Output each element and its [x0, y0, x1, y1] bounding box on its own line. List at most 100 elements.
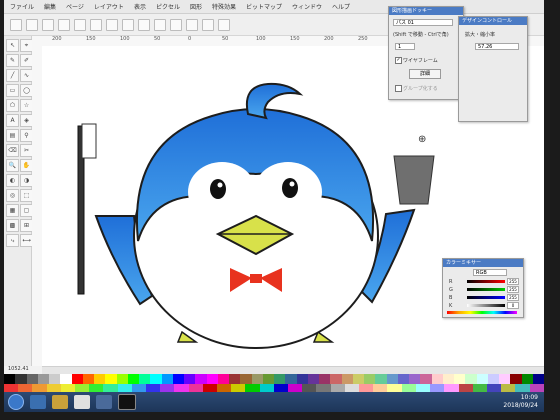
open-button[interactable]	[26, 18, 38, 31]
palette-swatch[interactable]	[415, 384, 431, 392]
spectrum-bar[interactable]	[447, 311, 517, 314]
palette-swatch[interactable]	[344, 384, 360, 392]
eraser-tool-icon[interactable]: ⌫	[6, 144, 19, 157]
grid-button[interactable]	[186, 18, 198, 31]
palette-swatch[interactable]	[375, 374, 387, 384]
palette-swatch[interactable]	[444, 384, 459, 392]
connector-tool-icon[interactable]: ⤷	[6, 234, 19, 247]
palette-swatch[interactable]	[352, 374, 364, 384]
palette-swatch[interactable]	[131, 384, 147, 392]
toothbrush-bristles[interactable]	[81, 123, 97, 159]
palette-swatch[interactable]	[127, 374, 139, 384]
shadow-tool-icon[interactable]: ◐	[6, 174, 19, 187]
palette-swatch[interactable]	[195, 374, 207, 384]
chrome-icon[interactable]	[74, 395, 90, 409]
palette-swatch[interactable]	[486, 384, 502, 392]
shape-name-field[interactable]: パス 01	[393, 19, 453, 26]
palette-swatch[interactable]	[116, 374, 128, 384]
palette-swatch[interactable]	[341, 374, 353, 384]
palette-swatch[interactable]	[188, 384, 203, 392]
palette-swatch[interactable]	[202, 384, 218, 392]
palette-swatch[interactable]	[319, 374, 331, 384]
palette-swatch[interactable]	[487, 374, 499, 384]
palette-swatch[interactable]	[217, 384, 232, 392]
new-button[interactable]	[10, 18, 22, 31]
palette-swatch[interactable]	[510, 374, 522, 384]
palette-swatch[interactable]	[174, 384, 189, 392]
left-foot[interactable]	[176, 330, 199, 343]
palette-swatch[interactable]	[397, 374, 409, 384]
bitmap-tool-icon[interactable]: ▩	[6, 219, 19, 232]
palette-swatch[interactable]	[240, 374, 252, 384]
palette-swatch[interactable]	[330, 384, 345, 392]
palette-swatch[interactable]	[150, 374, 162, 384]
palette-swatch[interactable]	[4, 384, 19, 392]
spin-field[interactable]: 1	[395, 43, 415, 50]
line-tool-icon[interactable]: ╱	[6, 69, 19, 82]
menu-window[interactable]: ウィンドウ	[292, 2, 322, 11]
palette-swatch[interactable]	[139, 374, 151, 384]
undo-button[interactable]	[122, 18, 134, 31]
palette-swatch[interactable]	[285, 374, 297, 384]
paste-button[interactable]	[106, 18, 118, 31]
menu-effects[interactable]: 特殊効果	[212, 2, 236, 11]
palette-swatch[interactable]	[302, 384, 317, 392]
transparency-tool-icon[interactable]: ▦	[6, 204, 19, 217]
palette-swatch[interactable]	[206, 374, 218, 384]
palette-swatch[interactable]	[37, 374, 49, 384]
menu-layout[interactable]: レイアウト	[94, 2, 124, 11]
ie-icon[interactable]	[30, 395, 46, 409]
text-tool-icon[interactable]: A	[6, 114, 19, 127]
palette-swatch[interactable]	[18, 384, 33, 392]
palette-swatch[interactable]	[330, 374, 342, 384]
channel-g-value[interactable]: 255	[507, 286, 519, 293]
channel-b-value[interactable]: 255	[507, 294, 519, 301]
palette-swatch[interactable]	[49, 374, 61, 384]
palette-swatch[interactable]	[273, 384, 289, 392]
color-model-select[interactable]: RGB	[473, 269, 507, 276]
palette-swatch[interactable]	[430, 384, 445, 392]
zoom-out-button[interactable]	[170, 18, 182, 31]
zoom-in-button[interactable]	[154, 18, 166, 31]
gradient-tool-icon[interactable]: ▤	[6, 129, 19, 142]
align-button[interactable]	[218, 18, 230, 31]
menu-view[interactable]: 表示	[134, 2, 146, 11]
palette-swatch[interactable]	[4, 374, 16, 384]
palette-swatch[interactable]	[454, 374, 466, 384]
clock[interactable]: 10:09 2018/09/24	[503, 394, 538, 410]
palette-swatch[interactable]	[532, 374, 544, 384]
palette-swatch[interactable]	[521, 374, 533, 384]
palette-swatch[interactable]	[15, 374, 27, 384]
menu-pixel[interactable]: ピクセル	[156, 2, 180, 11]
rect-tool-icon[interactable]: ▭	[6, 84, 19, 97]
palette-swatch[interactable]	[82, 374, 94, 384]
scale-field[interactable]: 57.26	[475, 43, 519, 50]
contour-tool-icon[interactable]: ◎	[6, 189, 19, 202]
polygon-tool-icon[interactable]: ⬠	[6, 99, 19, 112]
group-checkbox[interactable]	[395, 85, 402, 92]
palette-swatch[interactable]	[442, 374, 454, 384]
pen-tool-icon[interactable]: ✎	[6, 54, 19, 67]
palette-swatch[interactable]	[105, 374, 117, 384]
palette-swatch[interactable]	[409, 374, 421, 384]
palette-swatch[interactable]	[420, 374, 432, 384]
menu-bitmap[interactable]: ビットマップ	[246, 2, 282, 11]
palette-swatch[interactable]	[161, 374, 173, 384]
palette-swatch[interactable]	[117, 384, 132, 392]
palette-swatch[interactable]	[515, 384, 530, 392]
palette-swatch[interactable]	[364, 374, 376, 384]
palette-swatch[interactable]	[296, 374, 308, 384]
palette-swatch[interactable]	[26, 374, 38, 384]
palette-swatch[interactable]	[146, 384, 161, 392]
menu-page[interactable]: ページ	[66, 2, 84, 11]
palette-swatch[interactable]	[160, 384, 175, 392]
palette-swatch[interactable]	[274, 374, 286, 384]
palette-swatch[interactable]	[359, 384, 374, 392]
app-icon[interactable]	[96, 395, 112, 409]
palette-swatch[interactable]	[259, 384, 274, 392]
cut-button[interactable]	[74, 18, 86, 31]
copy-button[interactable]	[90, 18, 102, 31]
palette-swatch[interactable]	[373, 384, 388, 392]
detail-button[interactable]: 詳細	[409, 69, 441, 79]
channel-r-slider[interactable]	[467, 280, 505, 283]
